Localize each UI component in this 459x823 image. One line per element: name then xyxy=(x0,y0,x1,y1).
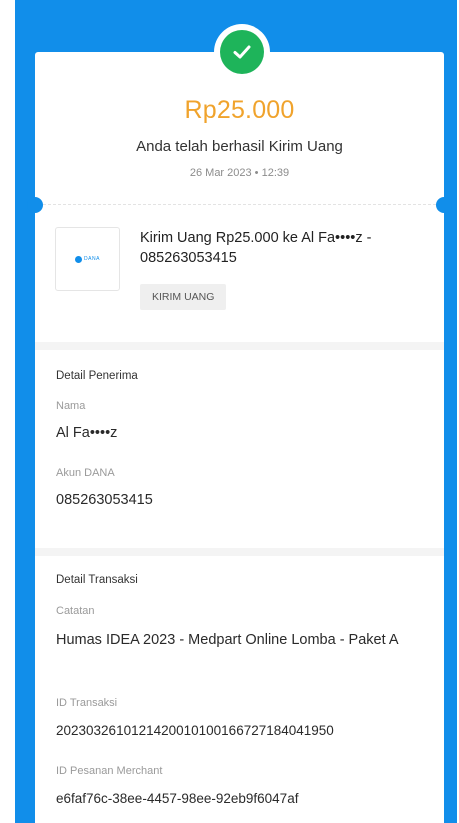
success-badge xyxy=(214,24,270,80)
recipient-name-value: Al Fa••••z xyxy=(56,425,118,441)
transaction-type-badge: KIRIM UANG xyxy=(140,284,227,310)
transaction-id-value: 2023032610121420010100166727184041950 xyxy=(56,723,334,738)
note-label: Catatan xyxy=(56,605,95,617)
logo-text: DANA xyxy=(84,256,100,262)
check-circle-icon xyxy=(220,30,264,74)
dana-logo-icon: DANA xyxy=(55,227,120,291)
recipient-section-title: Detail Penerima xyxy=(56,370,138,382)
recipient-name-label: Nama xyxy=(56,400,86,412)
ticket-notch-right xyxy=(436,197,452,213)
recipient-account-value: 085263053415 xyxy=(56,492,153,508)
transaction-section-title: Detail Transaksi xyxy=(56,574,138,586)
section-divider xyxy=(35,548,444,556)
transaction-datetime: 26 Mar 2023 • 12:39 xyxy=(189,167,290,179)
transfer-amount: Rp25.000 xyxy=(184,96,295,124)
recipient-account-label: Akun DANA xyxy=(56,467,115,479)
ticket-divider xyxy=(43,204,436,205)
merchant-order-id-value: e6faf76c-38ee-4457-98ee-92eb9f6047af xyxy=(56,791,299,806)
section-divider xyxy=(35,342,444,350)
transaction-title: Kirim Uang Rp25.000 ke Al Fa••••z - 0852… xyxy=(140,230,372,266)
receipt-screen: Rp25.000 Anda telah berhasil Kirim Uang … xyxy=(0,0,459,823)
transaction-id-label: ID Transaksi xyxy=(56,697,118,709)
ticket-notch-left xyxy=(27,197,43,213)
merchant-order-id-label: ID Pesanan Merchant xyxy=(56,765,163,777)
success-message: Anda telah berhasil Kirim Uang xyxy=(136,138,343,155)
logo-dot xyxy=(75,255,83,263)
note-value: Humas IDEA 2023 - Medpart Online Lomba -… xyxy=(56,632,399,648)
